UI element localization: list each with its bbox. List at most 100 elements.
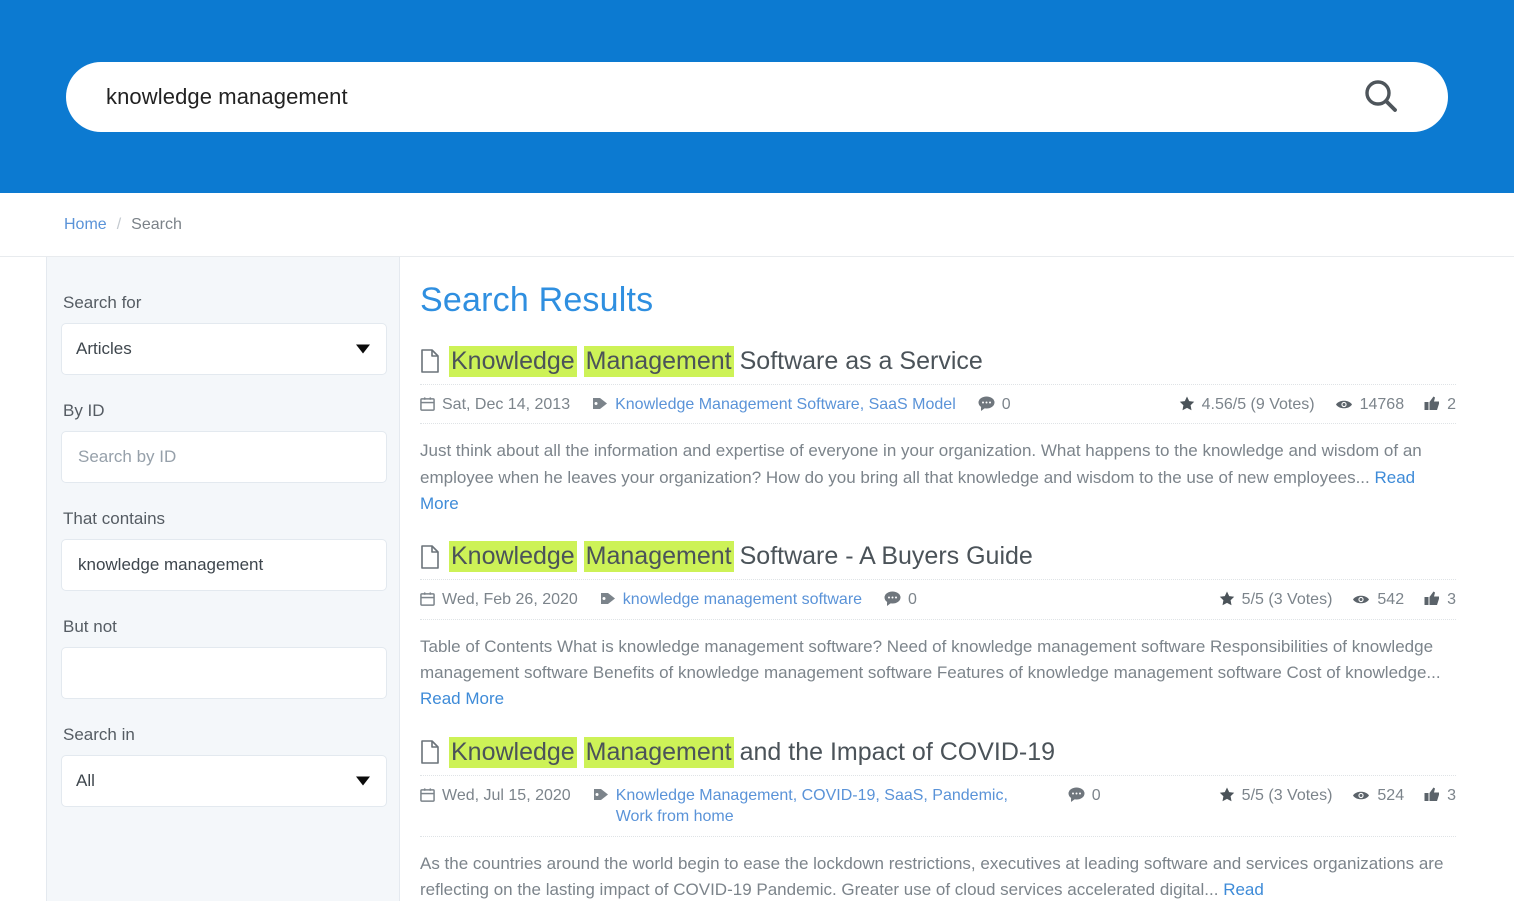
title-highlight: Management: [584, 346, 734, 377]
page-title: Search Results: [420, 281, 1456, 320]
meta-rating: 5/5 (3 Votes): [1219, 589, 1333, 611]
filter-label: But not: [63, 617, 367, 637]
search-input[interactable]: [104, 83, 1354, 111]
title-rest: Software - A Buyers Guide: [734, 542, 1033, 571]
result-meta: Wed, Feb 26, 2020 knowledge management s…: [420, 580, 1456, 620]
document-icon: [420, 740, 440, 764]
filter-that-contains: That contains: [61, 509, 367, 591]
search-results-panel: Search Results Knowledge Management Soft…: [400, 257, 1514, 901]
read-more-link[interactable]: Read More: [420, 689, 504, 708]
title-highlight: Knowledge: [449, 541, 577, 572]
title-highlight: Knowledge: [449, 346, 577, 377]
meta-tags: knowledge management software: [600, 589, 862, 611]
result-description: As the countries around the world begin …: [420, 837, 1456, 901]
meta-views: 14768: [1335, 394, 1405, 416]
meta-date-text: Wed, Feb 26, 2020: [442, 589, 578, 611]
meta-comments-count: 0: [1092, 785, 1101, 807]
meta-comments: 0: [1068, 785, 1101, 807]
meta-date-text: Sat, Dec 14, 2013: [442, 394, 570, 416]
result-item: Knowledge Management Software as a Servi…: [420, 346, 1456, 537]
tag-icon: [593, 787, 609, 809]
meta-views-count: 542: [1377, 589, 1404, 611]
that-contains-field-wrap: [61, 539, 387, 591]
meta-likes: 2: [1424, 394, 1456, 416]
result-title[interactable]: Knowledge Management and the Impact of C…: [420, 737, 1456, 776]
meta-tags: Knowledge Management Software, SaaS Mode…: [592, 394, 956, 416]
star-icon: [1219, 787, 1235, 809]
filter-label: Search for: [63, 293, 367, 313]
filter-but-not: But not: [61, 617, 367, 699]
meta-rating: 5/5 (3 Votes): [1219, 785, 1333, 807]
title-highlight: Management: [584, 737, 734, 768]
search-bar: [66, 62, 1448, 132]
meta-date: Wed, Jul 15, 2020: [420, 785, 571, 807]
read-more-link[interactable]: Read: [1223, 880, 1264, 899]
chevron-down-icon: [356, 345, 370, 354]
star-icon: [1179, 396, 1195, 418]
that-contains-input[interactable]: [76, 554, 372, 576]
filter-label: That contains: [63, 509, 367, 529]
meta-views-count: 14768: [1360, 394, 1405, 416]
meta-likes-count: 2: [1447, 394, 1456, 416]
search-in-value: All: [76, 771, 95, 791]
meta-rating: 4.56/5 (9 Votes): [1179, 394, 1315, 416]
result-description: Just think about all the information and…: [420, 424, 1456, 537]
meta-likes: 3: [1424, 785, 1456, 807]
search-in-select[interactable]: All: [61, 755, 387, 807]
meta-rating-text: 5/5 (3 Votes): [1242, 589, 1333, 611]
calendar-icon: [420, 787, 435, 809]
document-icon: [420, 545, 440, 569]
title-highlight: Knowledge: [449, 737, 577, 768]
tag-link[interactable]: Knowledge Management Software, SaaS Mode…: [615, 396, 956, 413]
result-item: Knowledge Management and the Impact of C…: [420, 737, 1456, 901]
result-description: Table of Contents What is knowledge mana…: [420, 620, 1456, 733]
site-header: [0, 0, 1514, 193]
title-rest: and the Impact of COVID-19: [734, 738, 1055, 767]
tag-icon: [592, 396, 608, 418]
result-title[interactable]: Knowledge Management Software - A Buyers…: [420, 541, 1456, 580]
thumbs-up-icon: [1424, 396, 1440, 418]
comment-icon: [1068, 787, 1085, 809]
meta-comments-count: 0: [908, 589, 917, 611]
comment-icon: [978, 396, 995, 418]
search-for-value: Articles: [76, 339, 132, 359]
eye-icon: [1352, 787, 1370, 809]
meta-rating-text: 4.56/5 (9 Votes): [1202, 394, 1315, 416]
breadcrumb-home-link[interactable]: Home: [64, 216, 107, 234]
calendar-icon: [420, 591, 435, 613]
meta-rating-text: 5/5 (3 Votes): [1242, 785, 1333, 807]
search-for-select[interactable]: Articles: [61, 323, 387, 375]
breadcrumb: Home / Search: [0, 193, 1514, 257]
result-meta: Sat, Dec 14, 2013 Knowledge Management S…: [420, 385, 1456, 425]
breadcrumb-current: Search: [131, 216, 182, 234]
meta-views: 524: [1352, 785, 1404, 807]
calendar-icon: [420, 396, 435, 418]
description-text: Table of Contents What is knowledge mana…: [420, 637, 1441, 682]
search-submit-button[interactable]: [1354, 70, 1408, 124]
page-body: Search for Articles By ID That contains …: [0, 257, 1514, 901]
meta-date-text: Wed, Jul 15, 2020: [442, 785, 571, 807]
meta-date: Sat, Dec 14, 2013: [420, 394, 570, 416]
but-not-field-wrap: [61, 647, 387, 699]
search-filters-sidebar: Search for Articles By ID That contains …: [46, 257, 400, 901]
meta-comments: 0: [884, 589, 917, 611]
filter-search-for: Search for Articles: [61, 293, 367, 375]
meta-comments-count: 0: [1002, 394, 1011, 416]
meta-likes-count: 3: [1447, 785, 1456, 807]
by-id-field-wrap: [61, 431, 387, 483]
title-rest: Software as a Service: [734, 347, 983, 376]
result-title[interactable]: Knowledge Management Software as a Servi…: [420, 346, 1456, 385]
tag-link[interactable]: knowledge management software: [623, 591, 862, 608]
description-text: As the countries around the world begin …: [420, 854, 1443, 899]
meta-likes: 3: [1424, 589, 1456, 611]
by-id-input[interactable]: [76, 446, 372, 468]
meta-comments: 0: [978, 394, 1011, 416]
but-not-input[interactable]: [76, 662, 372, 684]
result-item: Knowledge Management Software - A Buyers…: [420, 541, 1456, 732]
tag-link[interactable]: Knowledge Management, COVID-19, SaaS, Pa…: [616, 787, 1008, 826]
meta-views: 542: [1352, 589, 1404, 611]
star-icon: [1219, 591, 1235, 613]
tag-icon: [600, 591, 616, 613]
comment-icon: [884, 591, 901, 613]
search-icon: [1361, 76, 1401, 119]
